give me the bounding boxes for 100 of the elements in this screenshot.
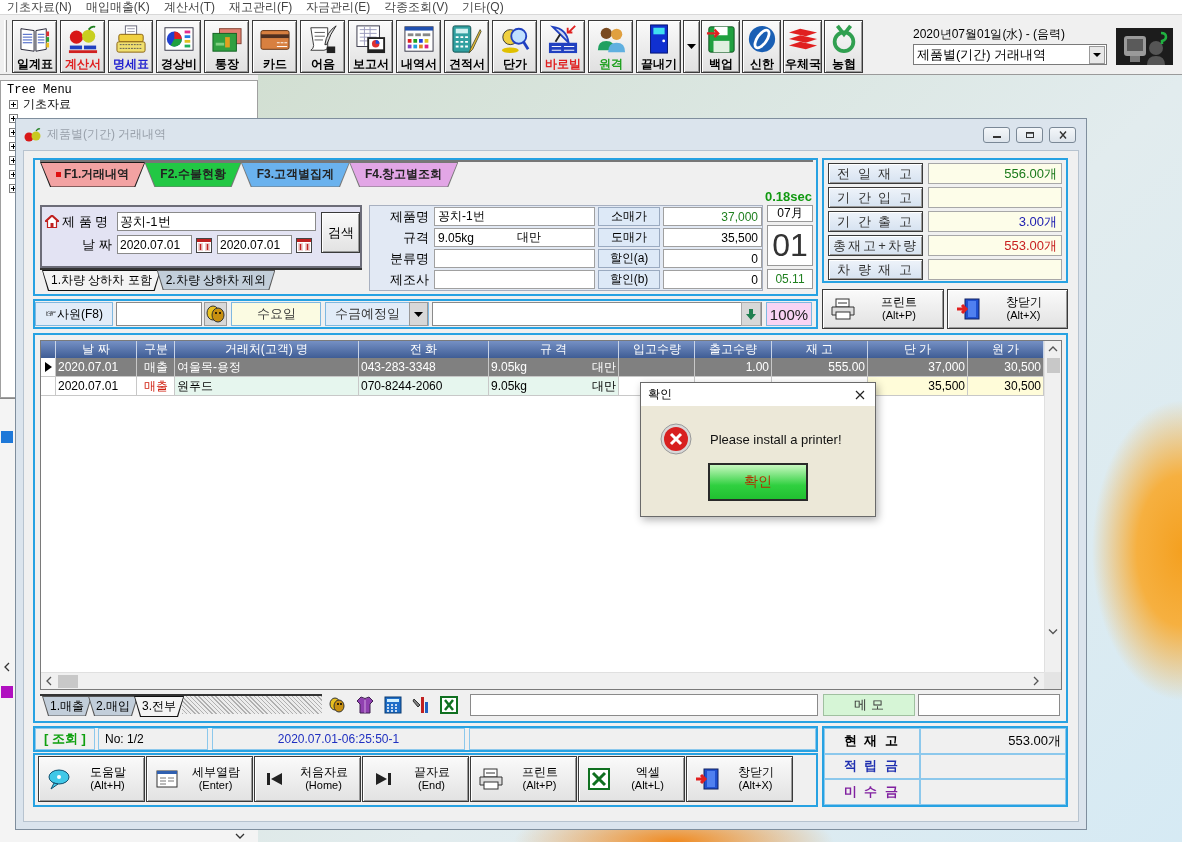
menu-item[interactable]: 매입매출(K) — [78, 0, 157, 14]
toolbar-button[interactable]: 백업 — [701, 20, 740, 73]
search-button[interactable]: 검색 — [321, 212, 360, 253]
menu-item[interactable]: 계산서(T) — [156, 0, 222, 14]
tab[interactable]: F1.거래내역 — [40, 162, 146, 187]
tab[interactable]: 3.전부 — [134, 696, 185, 717]
toolbar-button[interactable]: 경상비 — [156, 20, 201, 73]
export-button[interactable]: 엑셀 (Alt+L) — [578, 756, 685, 802]
row-pointer-icon — [44, 362, 52, 372]
apples-icon — [67, 24, 98, 54]
menu-item[interactable]: 기타(Q) — [455, 0, 511, 14]
toolbar-button[interactable]: 어음 — [300, 20, 345, 73]
month-field: 07月 — [767, 205, 813, 222]
scroll-down-icon[interactable] — [234, 832, 246, 840]
minimize-button[interactable] — [983, 126, 1010, 143]
scroll-left-icon[interactable] — [3, 662, 11, 672]
grid-window-icon — [403, 24, 434, 54]
toolbar-button[interactable]: 끝내기 — [636, 20, 681, 73]
stock-label: 기 간 입 고 — [828, 187, 923, 208]
toolbar-button[interactable]: 보고서 — [348, 20, 393, 73]
print-button[interactable]: 프린트 (Alt+P) — [470, 756, 577, 802]
tab[interactable]: 1.차량 상하차 포함 — [42, 270, 161, 291]
scroll-thumb[interactable] — [1046, 358, 1060, 373]
menu-item[interactable]: 재고관리(F) — [222, 0, 300, 14]
stock-value-field: 553.00개 — [928, 235, 1062, 256]
table-row[interactable]: 2020.07.01 매출 여울목-용정 043-283-3348 9.05kg 대만 1.00 555.00 37,000 30,500 — [41, 358, 1044, 377]
price-label: 도매가 — [598, 228, 660, 247]
tab[interactable]: F3.고객별집계 — [240, 162, 351, 187]
staff-field[interactable] — [116, 302, 202, 326]
window-title: 제품별(기간) 거래내역 — [47, 126, 167, 143]
toolbar-button[interactable]: 견적서 — [444, 20, 489, 73]
help-button[interactable]: 도움말 (Alt+H) — [38, 756, 145, 802]
printer-icon — [479, 768, 503, 790]
calculator-icon[interactable] — [384, 696, 402, 714]
masks-icon[interactable] — [328, 696, 346, 714]
calendar-icon[interactable] — [296, 236, 312, 253]
menu-item[interactable]: 기초자료(N) — [0, 0, 79, 14]
due-date-select[interactable]: 수금예정일 — [325, 302, 429, 326]
table-cell: 2020.07.01 — [56, 377, 137, 395]
menu-item[interactable]: 자금관리(E) — [299, 0, 378, 14]
menu-item[interactable]: 각종조회(V) — [377, 0, 456, 14]
satellite-dish-icon — [547, 24, 578, 54]
close-icon — [1057, 130, 1068, 139]
close-icon — [855, 389, 865, 400]
close-window-button[interactable]: 창닫기 (Alt+X) — [947, 289, 1068, 329]
computer-user-drawing — [1116, 28, 1173, 65]
price-label: 소매가 — [598, 207, 660, 226]
last-record-button[interactable]: 끝자료 (End) — [362, 756, 469, 802]
product-field[interactable]: 꽁치-1번 — [117, 212, 316, 231]
date-field[interactable]: 2020.07.01 — [117, 235, 192, 254]
toolbar-button[interactable]: 신한 — [742, 20, 781, 73]
toolbar-button[interactable]: 카드 — [252, 20, 297, 73]
tab[interactable]: 2.차량 상하차 제외 — [156, 270, 276, 290]
tools-icon[interactable] — [412, 696, 430, 714]
table-cell: 여울목-용정 — [175, 358, 359, 376]
toolbar-button[interactable]: 단가 — [492, 20, 537, 73]
ok-button[interactable]: 확인 — [708, 463, 808, 501]
spreadsheet-icon[interactable] — [440, 696, 458, 714]
tab[interactable]: 1.매출 — [42, 696, 92, 716]
details-button[interactable]: 세부열람 (Enter) — [146, 756, 253, 802]
memo-field[interactable] — [918, 694, 1060, 716]
horizontal-scrollbar[interactable] — [41, 672, 1044, 689]
close-window-button[interactable]: 창닫기 (Alt+X) — [686, 756, 793, 802]
first-record-button[interactable]: 처음자료 (Home) — [254, 756, 361, 802]
scroll-thumb[interactable] — [58, 674, 78, 688]
vertical-scrollbar[interactable] — [1044, 341, 1061, 672]
error-icon — [660, 423, 692, 455]
table-cell: 043-283-3348 — [359, 358, 489, 376]
tab[interactable]: F4.창고별조회 — [349, 162, 459, 187]
text-field[interactable] — [470, 694, 818, 716]
calendar-icon[interactable] — [196, 236, 212, 253]
date-field[interactable]: 2020.07.01 — [217, 235, 292, 254]
staff-button[interactable]: ☞사원(F8) — [35, 302, 113, 326]
toolbar-button[interactable]: 농협 — [824, 20, 863, 73]
info-field: 꽁치-1번 — [434, 207, 595, 226]
close-button[interactable] — [1049, 126, 1076, 143]
maximize-button[interactable] — [1016, 126, 1043, 143]
quill-scroll-icon — [307, 24, 338, 54]
view-select[interactable]: 제품별(기간) 거래내역 — [913, 44, 1107, 65]
tree-item[interactable]: 기초자료 — [23, 97, 71, 111]
shirt-icon[interactable] — [356, 696, 374, 714]
tab[interactable]: F2.수불현황 — [144, 162, 242, 187]
summary-value: 553.00개 — [920, 728, 1066, 754]
masks-icon[interactable] — [204, 302, 227, 326]
toolbar-button[interactable]: 명세표 — [108, 20, 153, 73]
toolbar-button[interactable]: 우체국 — [783, 20, 822, 73]
toolbar-button[interactable]: 일계표 — [12, 20, 57, 73]
timestamp-field: 2020.07.01-06:25:50-1 — [212, 728, 465, 750]
filter-field[interactable] — [432, 302, 762, 326]
caret-icon — [687, 44, 696, 49]
print-button[interactable]: 프린트 (Alt+P) — [822, 289, 944, 329]
expand-icon[interactable] — [9, 99, 18, 109]
circle-logo-icon — [746, 24, 777, 54]
toolbar-button[interactable]: 통장 — [204, 20, 249, 73]
summary-label: 미 수 금 — [824, 779, 920, 805]
toolbar-button[interactable]: 계산서 — [60, 20, 105, 73]
toolbar-button[interactable]: 바로빌 — [540, 20, 585, 73]
more-button[interactable] — [683, 20, 700, 73]
toolbar-button[interactable]: 내역서 — [396, 20, 441, 73]
summary-label: 현 재 고 — [824, 728, 920, 754]
